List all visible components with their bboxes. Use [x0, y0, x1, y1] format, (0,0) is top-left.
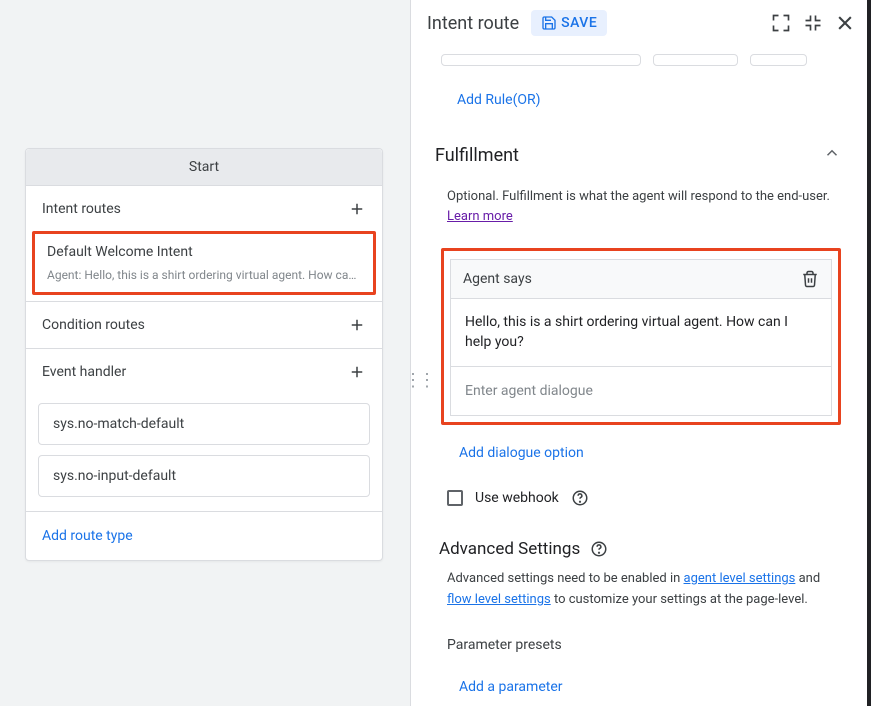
save-button[interactable]: SAVE: [531, 10, 607, 36]
agent-says-label: Agent says: [463, 271, 532, 287]
close-icon[interactable]: [835, 13, 855, 33]
exit-fullscreen-icon[interactable]: [803, 13, 823, 33]
event-handler-section[interactable]: Event handler: [26, 348, 382, 395]
use-webhook-checkbox[interactable]: [447, 490, 463, 506]
agent-dialogue-input[interactable]: [451, 367, 831, 415]
panel-resize-handle[interactable]: ⋮⋮: [404, 370, 432, 391]
panel-title: Intent route: [427, 13, 519, 34]
add-parameter-button[interactable]: Add a parameter: [459, 679, 563, 695]
use-webhook-label: Use webhook: [475, 490, 559, 506]
chevron-up-icon[interactable]: [823, 144, 841, 167]
add-event-handler-icon[interactable]: [348, 363, 366, 381]
agent-says-highlight: Agent says Hello, this is a shirt orderi…: [441, 248, 841, 425]
condition-routes-section[interactable]: Condition routes: [26, 301, 382, 348]
flow-level-settings-link[interactable]: flow level settings: [447, 592, 551, 607]
event-no-input[interactable]: sys.no-input-default: [38, 455, 370, 497]
condition-routes-label: Condition routes: [42, 317, 145, 333]
intent-preview: Agent: Hello, this is a shirt ordering v…: [47, 268, 361, 282]
advanced-settings-desc: Advanced settings need to be enabled in …: [435, 569, 847, 623]
agent-response-text[interactable]: Hello, this is a shirt ordering virtual …: [451, 299, 831, 367]
agent-level-settings-link[interactable]: agent level settings: [684, 571, 796, 586]
intent-routes-label: Intent routes: [42, 201, 121, 217]
save-label: SAVE: [561, 15, 597, 31]
learn-more-link[interactable]: Learn more: [447, 209, 513, 224]
rule-box[interactable]: [653, 54, 738, 66]
event-handler-label: Event handler: [42, 364, 126, 380]
flow-card: Start Intent routes Default Welcome Inte…: [25, 148, 383, 561]
fulfillment-title: Fulfillment: [435, 145, 519, 166]
default-welcome-intent-item[interactable]: Default Welcome Intent Agent: Hello, thi…: [32, 231, 376, 295]
add-rule-button[interactable]: Add Rule(OR): [457, 92, 541, 108]
panel-header: Intent route SAVE: [411, 0, 871, 46]
delete-icon[interactable]: [801, 270, 819, 288]
advanced-settings-label: Advanced Settings: [439, 539, 580, 559]
help-icon[interactable]: [590, 540, 608, 558]
event-no-match[interactable]: sys.no-match-default: [38, 403, 370, 445]
rule-boxes: [411, 54, 871, 72]
rule-box[interactable]: [441, 54, 641, 66]
help-icon[interactable]: [571, 489, 589, 507]
add-condition-route-icon[interactable]: [348, 316, 366, 334]
flow-start-header[interactable]: Start: [26, 149, 382, 185]
right-edge: [867, 0, 871, 706]
add-route-type-button[interactable]: Add route type: [26, 511, 382, 560]
fullscreen-icon[interactable]: [771, 13, 791, 33]
add-intent-route-icon[interactable]: [348, 200, 366, 218]
rule-box[interactable]: [750, 54, 807, 66]
add-dialogue-button[interactable]: Add dialogue option: [459, 445, 584, 461]
intent-name: Default Welcome Intent: [47, 244, 361, 260]
fulfillment-desc: Optional. Fulfillment is what the agent …: [435, 187, 847, 230]
param-presets-label: Parameter presets: [435, 623, 847, 665]
intent-routes-section[interactable]: Intent routes: [26, 185, 382, 232]
fulfillment-header[interactable]: Fulfillment: [435, 144, 847, 187]
